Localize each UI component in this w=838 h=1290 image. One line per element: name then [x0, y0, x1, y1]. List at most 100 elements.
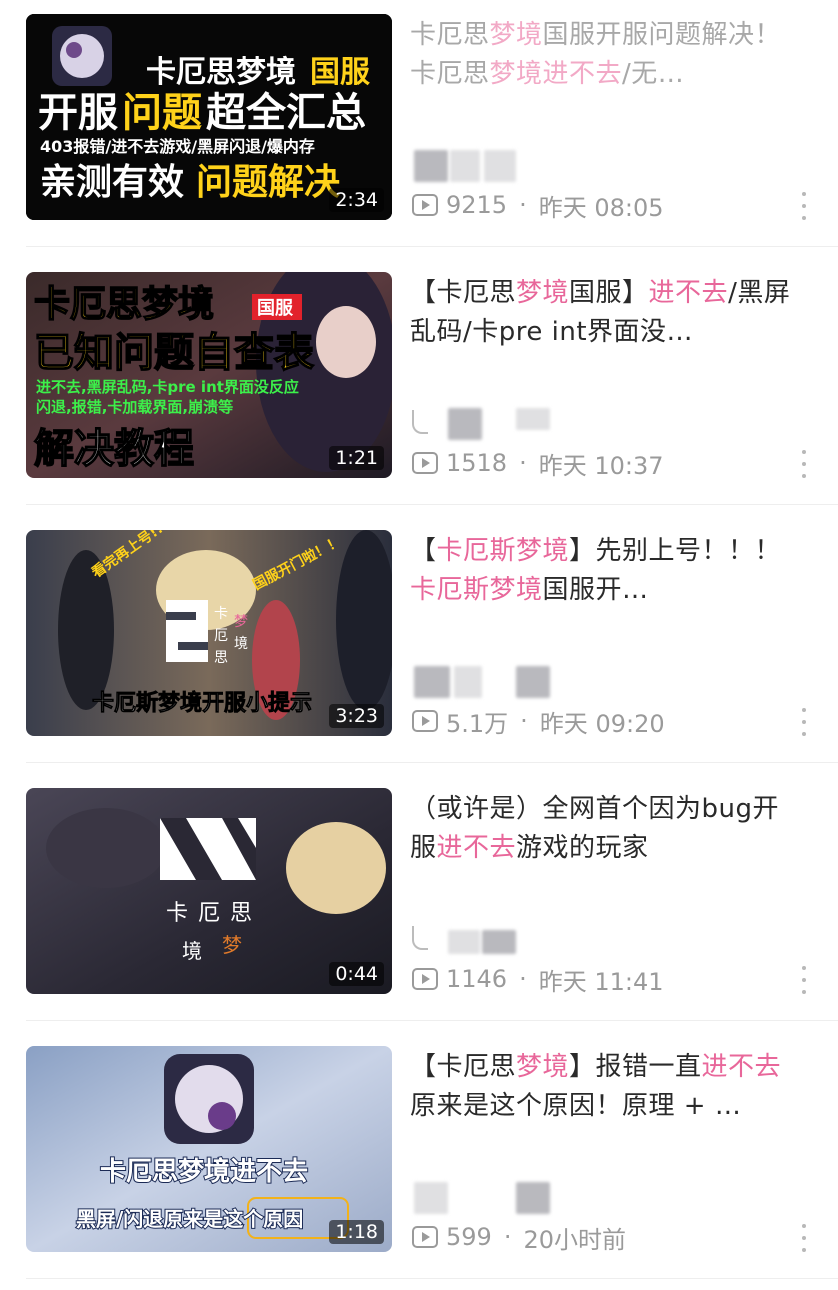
thumb-text: 国服: [257, 298, 294, 319]
thumb-text: 卡厄斯梦境开服小提示: [92, 690, 312, 716]
uploader-name-redacted: [450, 150, 480, 182]
thumb-text: 国服: [310, 55, 371, 90]
video-title[interactable]: 【卡厄思梦境】报错一直进不去原来是这个原因！原理 + …: [410, 1048, 805, 1126]
video-duration: 3:23: [329, 704, 384, 728]
title-text: 【卡厄思: [410, 1052, 517, 1082]
more-vertical-icon[interactable]: [798, 192, 810, 220]
more-vertical-icon[interactable]: [798, 1224, 810, 1252]
title-keyword-highlight: 卡厄斯梦境: [410, 575, 543, 605]
video-duration: 1:21: [329, 446, 384, 470]
thumb-text: 思: [230, 901, 252, 926]
title-text: /无…: [622, 59, 685, 89]
video-thumbnail[interactable]: 卡厄思梦境 国服 已知问题自查表 进不去,黑屏乱码,卡pre int界面没反应 …: [26, 272, 392, 478]
publish-time: 昨天 11:41: [538, 967, 664, 996]
meta-separator: ·: [519, 965, 527, 993]
video-item[interactable]: 卡厄思梦境进不去 黑屏/闪退原来是这个原因 1:18 【卡厄思梦境】报错一直进不…: [0, 1032, 838, 1290]
video-thumbnail[interactable]: 看完再上号!! 国服开门啦！！ 卡 厄 思 梦 境 卡厄斯梦境开服小提示 3:2…: [26, 530, 392, 736]
meta-separator: ·: [503, 1223, 512, 1251]
view-count: 1146: [446, 965, 508, 993]
video-duration: 0:44: [329, 962, 384, 986]
uploader-name-redacted: [482, 930, 516, 954]
title-text: 】先别上号！！！: [569, 536, 782, 566]
thumb-text: 闪退,报错,卡加载界面,崩溃等: [36, 398, 233, 416]
video-title[interactable]: 【卡厄思梦境国服】进不去/黑屏乱码/卡pre int界面没…: [410, 274, 805, 352]
thumb-text: 卡: [166, 901, 188, 926]
video-meta: 9215 · 昨天 08:05: [412, 190, 664, 222]
more-vertical-icon[interactable]: [798, 966, 810, 994]
more-vertical-icon[interactable]: [798, 708, 810, 736]
thumb-text: 境: [234, 636, 248, 652]
title-keyword-highlight: 卡厄斯梦境: [436, 536, 570, 566]
title-keyword-highlight: 进不去: [648, 278, 729, 308]
video-thumbnail[interactable]: 卡厄思梦境进不去 黑屏/闪退原来是这个原因 1:18: [26, 1046, 392, 1252]
video-item[interactable]: 卡厄思梦境 国服 开服 问题 超全汇总 403报错/进不去游戏/黑屏闪退/爆内存…: [0, 0, 838, 258]
thumb-text: 卡厄思梦境: [34, 284, 214, 325]
thumb-text: 开服: [38, 90, 118, 136]
title-text: 原来是这个原因！原理 + …: [410, 1091, 742, 1121]
item-divider: [26, 1278, 838, 1279]
video-meta: 5.1万 · 昨天 09:20: [412, 706, 665, 738]
publish-time: 昨天 08:05: [538, 193, 664, 222]
play-count-icon: [412, 968, 438, 990]
title-keyword-highlight: 梦境: [489, 59, 543, 89]
video-thumbnail[interactable]: 卡 厄 思 境 梦 0:44: [26, 788, 392, 994]
publish-time: 20小时前: [523, 1225, 626, 1254]
uploader-name-redacted: [516, 408, 550, 430]
uploader-name-redacted: [448, 930, 480, 954]
item-divider: [26, 762, 838, 763]
video-title[interactable]: 卡厄思梦境国服开服问题解决！卡厄思梦境进不去/无…: [410, 16, 805, 94]
video-duration: 2:34: [329, 188, 384, 212]
thumb-text: 已知问题自查表: [34, 330, 314, 376]
uploader-icon: [412, 926, 428, 950]
thumb-text: 思: [214, 650, 228, 666]
uploader-icon: [412, 410, 428, 434]
title-keyword-highlight: 进不去: [436, 833, 517, 863]
thumb-text: 黑屏/闪退原来是这个原因: [76, 1207, 303, 1231]
video-item[interactable]: 卡 厄 思 境 梦 0:44 （或许是）全网首个因为bug开服进不去游戏的玩家 …: [0, 774, 838, 1032]
play-count-icon: [412, 452, 438, 474]
thumb-text: 梦: [234, 614, 248, 630]
video-meta: 599 · 20小时前: [412, 1222, 626, 1254]
thumb-text: 解决教程: [34, 426, 194, 472]
meta-separator: ·: [519, 449, 527, 477]
play-count-icon: [412, 710, 438, 732]
thumb-text: 进不去,黑屏乱码,卡pre int界面没反应: [36, 378, 299, 396]
video-thumbnail[interactable]: 卡厄思梦境 国服 开服 问题 超全汇总 403报错/进不去游戏/黑屏闪退/爆内存…: [26, 14, 392, 220]
thumb-text: 问题: [122, 90, 202, 136]
view-count: 1518: [446, 449, 508, 477]
thumb-text: 卡厄思梦境进不去: [100, 1156, 308, 1187]
thumb-text: 卡: [214, 606, 228, 622]
view-count: 9215: [446, 191, 508, 219]
video-item[interactable]: 看完再上号!! 国服开门啦！！ 卡 厄 思 梦 境 卡厄斯梦境开服小提示 3:2…: [0, 516, 838, 774]
title-text: 【卡厄思: [410, 278, 517, 308]
view-count: 5.1万: [446, 709, 509, 738]
view-count: 599: [446, 1223, 492, 1251]
more-vertical-icon[interactable]: [798, 450, 810, 478]
thumb-text: 厄: [214, 628, 228, 644]
item-divider: [26, 246, 838, 247]
title-text: 】报错一直: [569, 1052, 702, 1082]
video-duration: 1:18: [329, 1220, 384, 1244]
thumb-text: 问题解决: [196, 162, 340, 203]
title-keyword-highlight: 进不去: [701, 1052, 782, 1082]
video-meta: 1518 · 昨天 10:37: [412, 448, 664, 480]
title-text: 卡厄思: [410, 20, 490, 50]
thumb-text: 403报错/进不去游戏/黑屏闪退/爆内存: [40, 137, 315, 156]
title-text: 国服开…: [542, 575, 649, 605]
play-count-icon: [412, 194, 438, 216]
play-count-icon: [412, 1226, 438, 1248]
title-keyword-highlight: 梦境: [516, 1052, 570, 1082]
uploader-name-redacted: [516, 666, 550, 698]
thumb-text: 卡厄思梦境: [146, 55, 296, 90]
video-title[interactable]: 【卡厄斯梦境】先别上号！！！卡厄斯梦境国服开…: [410, 532, 805, 610]
meta-separator: ·: [519, 191, 527, 219]
publish-time: 昨天 09:20: [539, 709, 665, 738]
meta-separator: ·: [520, 707, 528, 735]
video-item[interactable]: 卡厄思梦境 国服 已知问题自查表 进不去,黑屏乱码,卡pre int界面没反应 …: [0, 258, 838, 516]
video-title[interactable]: （或许是）全网首个因为bug开服进不去游戏的玩家: [410, 790, 805, 868]
title-text: 【: [410, 536, 437, 566]
thumb-text: 超全汇总: [206, 90, 366, 136]
title-text: 游戏的玩家: [516, 833, 649, 863]
item-divider: [26, 504, 838, 505]
title-keyword-highlight: 梦境: [489, 20, 543, 50]
